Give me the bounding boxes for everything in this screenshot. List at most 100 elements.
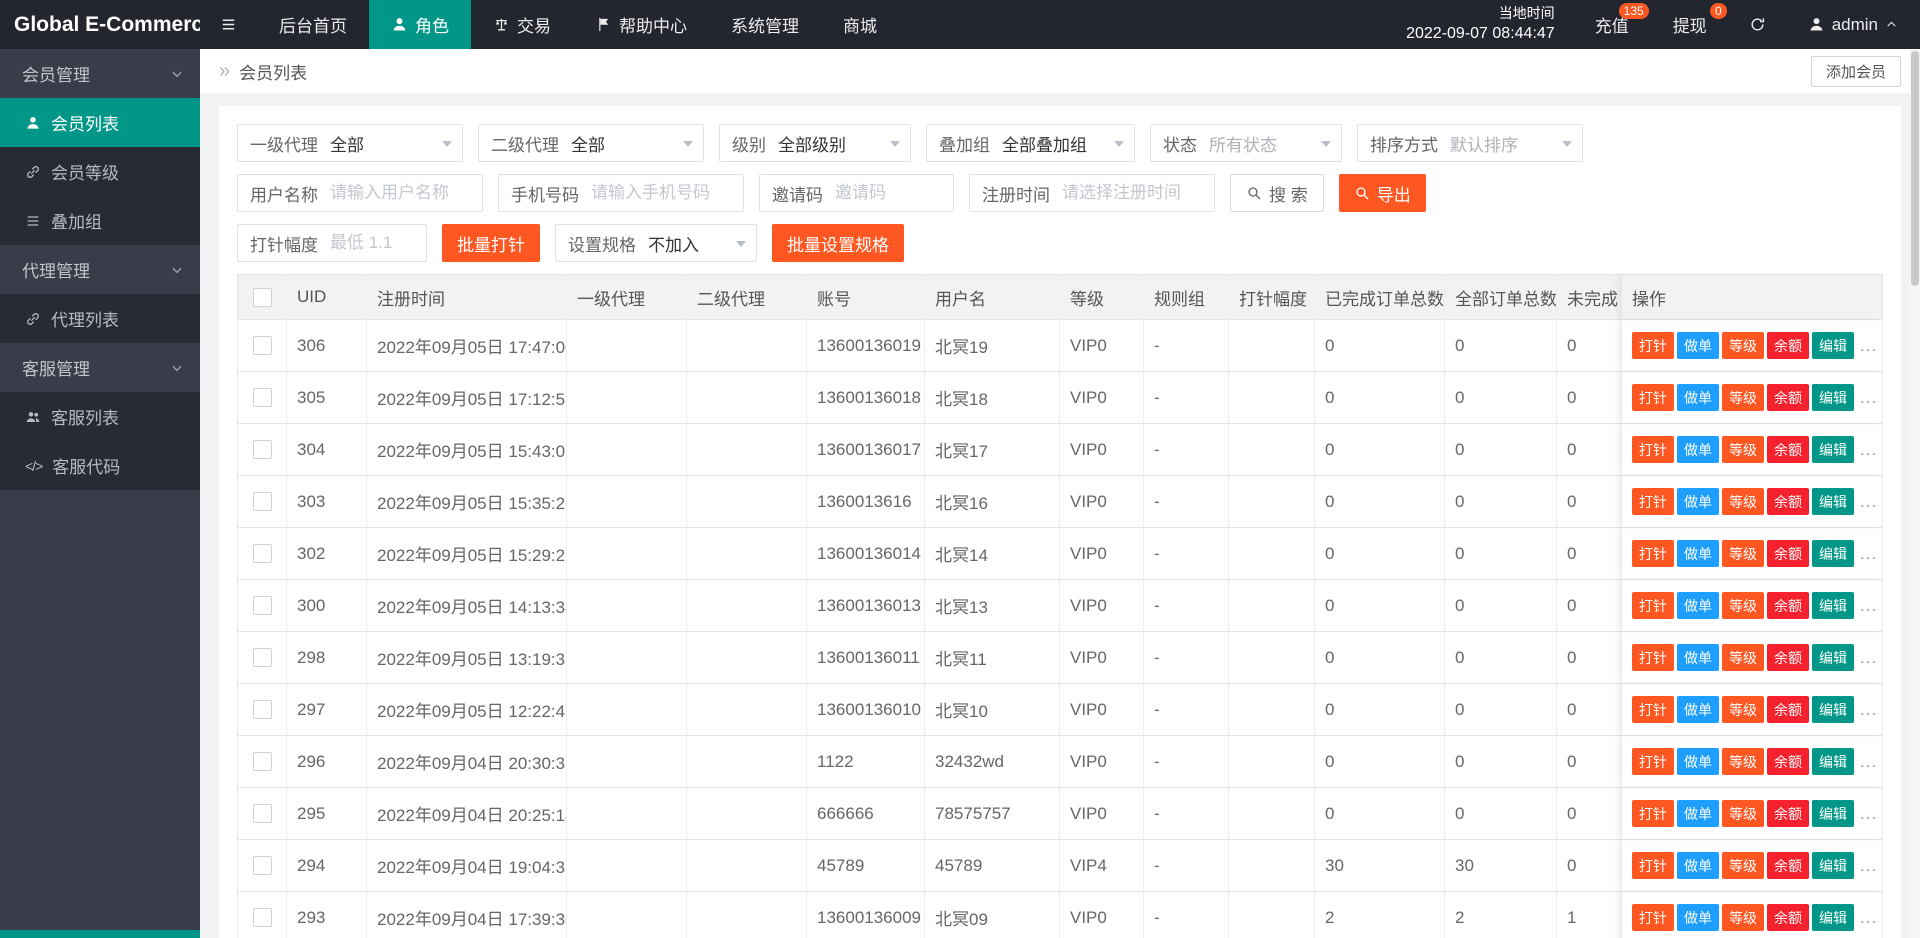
search-button[interactable]: 搜 索 bbox=[1230, 174, 1324, 212]
level-button[interactable]: 等级 bbox=[1722, 540, 1764, 567]
sidebar-item-stack-group[interactable]: 叠加组 bbox=[0, 196, 200, 245]
filter-agent2-select[interactable]: 二级代理 全部 bbox=[478, 124, 704, 162]
level-button[interactable]: 等级 bbox=[1722, 488, 1764, 515]
register-time-input[interactable] bbox=[1062, 175, 1214, 211]
filter-sort-select[interactable]: 排序方式 默认排序 bbox=[1357, 124, 1583, 162]
edit-button[interactable]: 编辑 bbox=[1812, 488, 1854, 515]
more-actions-button[interactable]: ... bbox=[1860, 596, 1877, 616]
row-checkbox[interactable] bbox=[252, 648, 272, 667]
user-menu[interactable]: admin bbox=[1786, 0, 1920, 49]
balance-button[interactable]: 余额 bbox=[1767, 592, 1809, 619]
sidebar-group-member-management[interactable]: 会员管理 bbox=[0, 49, 200, 98]
sidebar-item-member-level[interactable]: 会员等级 bbox=[0, 147, 200, 196]
level-button[interactable]: 等级 bbox=[1722, 904, 1764, 931]
phone-input[interactable] bbox=[591, 175, 743, 211]
nav-trade[interactable]: 交易 bbox=[471, 0, 573, 49]
inject-button[interactable]: 打针 bbox=[1632, 332, 1674, 359]
level-button[interactable]: 等级 bbox=[1722, 436, 1764, 463]
balance-button[interactable]: 余额 bbox=[1767, 748, 1809, 775]
edit-button[interactable]: 编辑 bbox=[1812, 748, 1854, 775]
recharge-button[interactable]: 充值 135 bbox=[1573, 0, 1651, 49]
make-order-button[interactable]: 做单 bbox=[1677, 436, 1719, 463]
more-actions-button[interactable]: ... bbox=[1860, 804, 1877, 824]
balance-button[interactable]: 余额 bbox=[1767, 904, 1809, 931]
row-checkbox[interactable] bbox=[252, 856, 272, 875]
more-actions-button[interactable]: ... bbox=[1860, 856, 1877, 876]
level-button[interactable]: 等级 bbox=[1722, 644, 1764, 671]
edit-button[interactable]: 编辑 bbox=[1812, 332, 1854, 359]
edit-button[interactable]: 编辑 bbox=[1812, 904, 1854, 931]
row-checkbox[interactable] bbox=[252, 752, 272, 771]
make-order-button[interactable]: 做单 bbox=[1677, 800, 1719, 827]
sidebar-item-support-code[interactable]: </> 客服代码 bbox=[0, 441, 200, 490]
level-button[interactable]: 等级 bbox=[1722, 800, 1764, 827]
more-actions-button[interactable]: ... bbox=[1860, 336, 1877, 356]
spec-select[interactable]: 设置规格 不加入 bbox=[555, 224, 757, 262]
inject-button[interactable]: 打针 bbox=[1632, 904, 1674, 931]
edit-button[interactable]: 编辑 bbox=[1812, 852, 1854, 879]
more-actions-button[interactable]: ... bbox=[1860, 492, 1877, 512]
make-order-button[interactable]: 做单 bbox=[1677, 384, 1719, 411]
vertical-scrollbar[interactable] bbox=[1910, 49, 1920, 938]
scrollbar-thumb[interactable] bbox=[1911, 51, 1919, 286]
username-input[interactable] bbox=[330, 175, 482, 211]
balance-button[interactable]: 余额 bbox=[1767, 436, 1809, 463]
withdraw-button[interactable]: 提现 0 bbox=[1651, 0, 1729, 49]
batch-spec-button[interactable]: 批量设置规格 bbox=[772, 224, 904, 262]
make-order-button[interactable]: 做单 bbox=[1677, 904, 1719, 931]
edit-button[interactable]: 编辑 bbox=[1812, 540, 1854, 567]
filter-agent1-select[interactable]: 一级代理 全部 bbox=[237, 124, 463, 162]
row-checkbox[interactable] bbox=[252, 908, 272, 927]
inject-button[interactable]: 打针 bbox=[1632, 540, 1674, 567]
sidebar-item-support-list[interactable]: 客服列表 bbox=[0, 392, 200, 441]
edit-button[interactable]: 编辑 bbox=[1812, 436, 1854, 463]
make-order-button[interactable]: 做单 bbox=[1677, 852, 1719, 879]
inject-button[interactable]: 打针 bbox=[1632, 696, 1674, 723]
level-button[interactable]: 等级 bbox=[1722, 852, 1764, 879]
level-button[interactable]: 等级 bbox=[1722, 696, 1764, 723]
inject-button[interactable]: 打针 bbox=[1632, 384, 1674, 411]
more-actions-button[interactable]: ... bbox=[1860, 648, 1877, 668]
row-checkbox[interactable] bbox=[252, 804, 272, 823]
make-order-button[interactable]: 做单 bbox=[1677, 332, 1719, 359]
more-actions-button[interactable]: ... bbox=[1860, 388, 1877, 408]
inject-button[interactable]: 打针 bbox=[1632, 800, 1674, 827]
nav-mall[interactable]: 商城 bbox=[821, 0, 899, 49]
edit-button[interactable]: 编辑 bbox=[1812, 800, 1854, 827]
row-checkbox[interactable] bbox=[252, 544, 272, 563]
level-button[interactable]: 等级 bbox=[1722, 592, 1764, 619]
balance-button[interactable]: 余额 bbox=[1767, 488, 1809, 515]
row-checkbox[interactable] bbox=[252, 440, 272, 459]
row-checkbox[interactable] bbox=[252, 700, 272, 719]
inject-button[interactable]: 打针 bbox=[1632, 436, 1674, 463]
refresh-button[interactable] bbox=[1729, 0, 1786, 49]
level-button[interactable]: 等级 bbox=[1722, 384, 1764, 411]
add-member-button[interactable]: 添加会员 bbox=[1810, 55, 1901, 87]
inject-button[interactable]: 打针 bbox=[1632, 644, 1674, 671]
export-button[interactable]: 导出 bbox=[1338, 174, 1426, 212]
more-actions-button[interactable]: ... bbox=[1860, 544, 1877, 564]
balance-button[interactable]: 余额 bbox=[1767, 800, 1809, 827]
sidebar-group-support-management[interactable]: 客服管理 bbox=[0, 343, 200, 392]
edit-button[interactable]: 编辑 bbox=[1812, 592, 1854, 619]
level-button[interactable]: 等级 bbox=[1722, 748, 1764, 775]
make-order-button[interactable]: 做单 bbox=[1677, 748, 1719, 775]
balance-button[interactable]: 余额 bbox=[1767, 644, 1809, 671]
sidebar-item-agent-list[interactable]: 代理列表 bbox=[0, 294, 200, 343]
nav-dashboard[interactable]: 后台首页 bbox=[257, 0, 369, 49]
nav-role[interactable]: 角色 bbox=[369, 0, 471, 49]
make-order-button[interactable]: 做单 bbox=[1677, 488, 1719, 515]
inject-button[interactable]: 打针 bbox=[1632, 592, 1674, 619]
make-order-button[interactable]: 做单 bbox=[1677, 540, 1719, 567]
sidebar-group-agent-management[interactable]: 代理管理 bbox=[0, 245, 200, 294]
row-checkbox[interactable] bbox=[252, 492, 272, 511]
inject-amplitude-input[interactable] bbox=[330, 225, 426, 261]
inject-button[interactable]: 打针 bbox=[1632, 748, 1674, 775]
more-actions-button[interactable]: ... bbox=[1860, 440, 1877, 460]
nav-help-center[interactable]: 帮助中心 bbox=[573, 0, 709, 49]
edit-button[interactable]: 编辑 bbox=[1812, 696, 1854, 723]
make-order-button[interactable]: 做单 bbox=[1677, 696, 1719, 723]
row-checkbox[interactable] bbox=[252, 336, 272, 355]
balance-button[interactable]: 余额 bbox=[1767, 384, 1809, 411]
make-order-button[interactable]: 做单 bbox=[1677, 644, 1719, 671]
